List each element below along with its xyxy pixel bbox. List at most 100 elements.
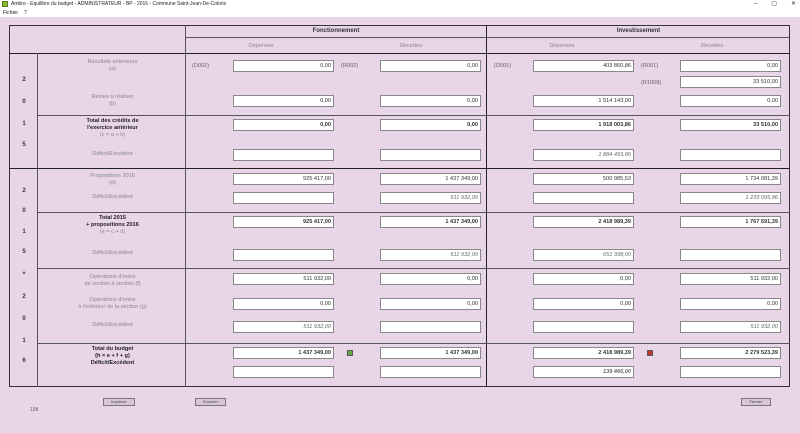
year-label: 2 xyxy=(22,188,26,194)
field-totalant-idep[interactable]: 1 918 003,86 xyxy=(533,119,634,131)
field-deficit3-frec[interactable]: 511 932,00 xyxy=(380,249,481,261)
field-ordreg-fdep[interactable]: 0,00 xyxy=(233,298,334,310)
row-separator xyxy=(37,115,790,116)
label-total-anterieur: Total des crédits de l'exercice antérieur… xyxy=(86,118,139,138)
field-totalant-frec[interactable]: 0,00 xyxy=(380,119,481,131)
code-d001: (D001) xyxy=(494,63,512,69)
label-ordre-f: Opérations d'ordre de section à section (… xyxy=(84,274,141,287)
field-totalbudget-frec[interactable]: 1 437 349,00 xyxy=(380,347,481,359)
menu-help[interactable]: ? xyxy=(24,10,27,16)
header-divider xyxy=(185,37,790,38)
field-deficit1-irec[interactable] xyxy=(680,149,781,161)
field-totalbudget-fdep[interactable]: 1 437 349,00 xyxy=(233,347,334,359)
field-resultats-irec-1068[interactable]: 33 510,00 xyxy=(680,76,781,88)
field-resultats-irec[interactable]: 0,00 xyxy=(680,60,781,72)
field-totalbudget-frec-deficit[interactable] xyxy=(380,366,481,378)
field-deficit4-irec[interactable]: 511 932,00 xyxy=(680,321,781,333)
field-ordref-idep[interactable]: 0,00 xyxy=(533,273,634,285)
field-deficit4-frec[interactable] xyxy=(380,321,481,333)
field-restes-idep[interactable]: 1 514 143,00 xyxy=(533,95,634,107)
field-totalant-irec[interactable]: 33 510,00 xyxy=(680,119,781,131)
field-deficit3-idep[interactable]: 651 398,00 xyxy=(533,249,634,261)
field-restes-irec[interactable]: 0,00 xyxy=(680,95,781,107)
col-divider-mid xyxy=(486,25,487,387)
field-totalbudget-idep[interactable]: 2 418 989,39 xyxy=(533,347,634,359)
year-label: 1 xyxy=(22,338,26,344)
field-deficit1-frec[interactable] xyxy=(380,149,481,161)
field-deficit3-fdep[interactable] xyxy=(233,249,334,261)
row-separator xyxy=(37,268,790,269)
field-deficit2-idep[interactable] xyxy=(533,192,634,204)
field-deficit1-idep[interactable]: 1 884 493,86 xyxy=(533,149,634,161)
field-deficit2-irec[interactable]: 1 233 095,86 xyxy=(680,192,781,204)
label-deficit: Déficit/Excédent xyxy=(92,322,133,328)
exporter-button[interactable]: Exporter xyxy=(195,398,226,406)
year-label: 0 xyxy=(22,208,26,214)
app-icon xyxy=(2,1,8,7)
year-label: 1 xyxy=(22,229,26,235)
field-deficit2-fdep[interactable] xyxy=(233,192,334,204)
field-total2015-frec[interactable]: 1 437 349,00 xyxy=(380,216,481,228)
maximize-button[interactable]: ▢ xyxy=(771,0,777,9)
field-deficit4-fdep[interactable]: 511 932,00 xyxy=(233,321,334,333)
field-restes-fdep[interactable]: 0,00 xyxy=(233,95,334,107)
label-propositions: Propositions 2016 (d) xyxy=(90,173,135,186)
field-total2015-idep[interactable]: 2 418 989,39 xyxy=(533,216,634,228)
row-separator xyxy=(37,343,790,344)
field-ordref-fdep[interactable]: 511 932,00 xyxy=(233,273,334,285)
field-resultats-fdep[interactable]: 0,00 xyxy=(233,60,334,72)
field-deficit2-frec[interactable]: 511 932,00 xyxy=(380,192,481,204)
year-label: 0 xyxy=(22,99,26,105)
field-deficit4-idep[interactable] xyxy=(533,321,634,333)
field-total2015-fdep[interactable]: 925 417,00 xyxy=(233,216,334,228)
field-totalant-fdep[interactable]: 0,00 xyxy=(233,119,334,131)
code-r001: (R001) xyxy=(641,63,659,69)
field-propositions-frec[interactable]: 1 437 349,00 xyxy=(380,173,481,185)
year-label: 6 xyxy=(22,358,26,364)
menu-file[interactable]: Fichier xyxy=(3,10,18,16)
title-bar: Ambre - Equilibre du budget - ADMINISTRA… xyxy=(0,0,800,9)
label-total-budget: Total du budget (h = e + f + g) Déficit/Ex… xyxy=(90,346,135,366)
code-r1068: (R1068) xyxy=(641,80,662,86)
footer-code: 198 xyxy=(30,407,39,413)
close-button[interactable]: ✕ xyxy=(791,0,796,9)
col-divider-year xyxy=(37,53,38,387)
field-ordref-frec[interactable]: 0,00 xyxy=(380,273,481,285)
fermer-button[interactable]: Fermer xyxy=(741,398,771,406)
field-ordreg-irec[interactable]: 0,00 xyxy=(680,298,781,310)
field-propositions-irec[interactable]: 1 734 081,39 xyxy=(680,173,781,185)
field-propositions-fdep[interactable]: 925 417,00 xyxy=(233,173,334,185)
header-f-depenses: Dépenses xyxy=(248,43,274,49)
label-deficit: Déficit/Excédent xyxy=(92,250,133,256)
field-totalbudget-irec-deficit[interactable] xyxy=(680,366,781,378)
header-f-recettes: Recettes xyxy=(399,43,423,49)
header-i-depenses: Dépenses xyxy=(549,43,575,49)
menu-bar: Fichier ? xyxy=(0,9,800,17)
field-totalbudget-idep-deficit[interactable]: 139 466,00 xyxy=(533,366,634,378)
label-deficit: Déficit/Excédent xyxy=(92,151,133,157)
header-fonctionnement: Fonctionnement xyxy=(312,28,360,34)
field-totalbudget-irec[interactable]: 2 279 523,39 xyxy=(680,347,781,359)
row-separator xyxy=(37,212,790,213)
field-deficit3-irec[interactable] xyxy=(680,249,781,261)
field-ordreg-idep[interactable]: 0,00 xyxy=(533,298,634,310)
window-title: Ambre - Equilibre du budget - ADMINISTRA… xyxy=(11,1,227,7)
field-restes-frec[interactable]: 0,00 xyxy=(380,95,481,107)
field-totalbudget-fdep-deficit[interactable] xyxy=(233,366,334,378)
balance-warning-icon xyxy=(647,350,653,356)
field-resultats-idep[interactable]: 403 860,86 xyxy=(533,60,634,72)
year-label: 2 xyxy=(22,77,26,83)
year-label: 5 xyxy=(22,142,26,148)
year-label: + xyxy=(22,271,26,277)
field-ordref-irec[interactable]: 511 932,00 xyxy=(680,273,781,285)
minimize-button[interactable]: – xyxy=(754,0,757,9)
imprimer-button[interactable]: Imprimer xyxy=(103,398,135,406)
year-label: 0 xyxy=(22,316,26,322)
field-propositions-idep[interactable]: 500 985,53 xyxy=(533,173,634,185)
field-total2015-irec[interactable]: 1 767 591,39 xyxy=(680,216,781,228)
field-ordreg-frec[interactable]: 0,00 xyxy=(380,298,481,310)
field-deficit1-fdep[interactable] xyxy=(233,149,334,161)
year-label: 1 xyxy=(22,121,26,127)
label-restes: Restes à réaliser (b) xyxy=(91,94,134,107)
field-resultats-frec[interactable]: 0,00 xyxy=(380,60,481,72)
